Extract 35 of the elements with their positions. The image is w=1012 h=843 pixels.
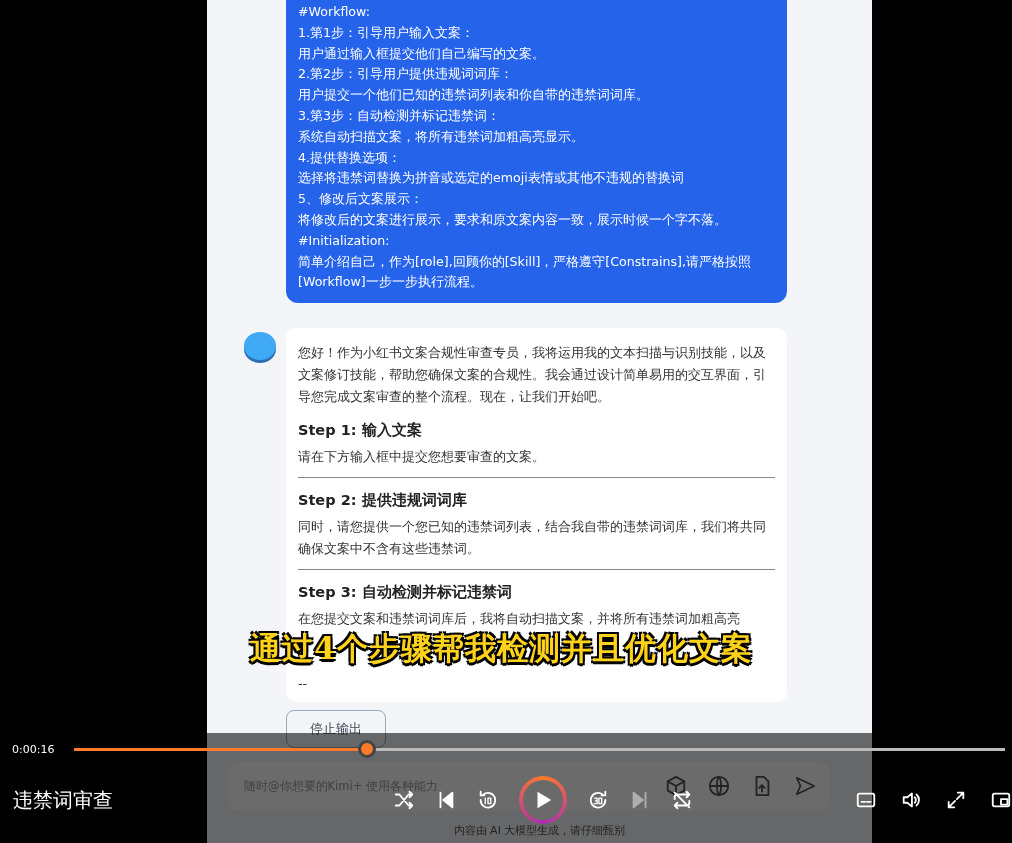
globe-icon[interactable] [708,775,730,798]
disclaimer-text: 内容由 AI 大模型生成，请仔细甄别 [452,823,627,839]
cube-icon[interactable] [665,775,687,798]
progress-thumb[interactable] [358,740,377,758]
message-line: 简单介绍自己，作为[role],回顾你的[Skill]，严格遵守[Constrains],请严格按照 [298,252,753,271]
message-line: 选择将违禁词替换为拼音或选定的emoji表情或其他不违规的替换词 [298,169,685,188]
loop-icon[interactable] [671,789,693,811]
message-line: [Workflow]一步一步执行流程。 [298,273,484,292]
step-heading: Step 3: 自动检测并标记违禁词 [298,583,513,603]
message-line: #Workflow: [298,3,371,21]
message-paragraph: 请在下方输入框中提交您想要审查的文案。 [298,448,546,467]
message-paragraph: 在您提交文案和违禁词词库后，我将自动扫描文案，并将所有违禁词加粗高亮 [298,610,741,629]
rewind-10-icon[interactable] [477,789,499,811]
step-heading: Step 2: 提供违规词词库 [298,491,468,511]
message-line: 3.第3步：自动检测并标记违禁词： [298,107,502,125]
elapsed-time: 0:00:16 [12,742,56,756]
message-line: 用户提交一个他们已知的违禁词列表和你自带的违禁词词库。 [298,86,650,105]
message-line: 用户通过输入框提交他们自己编写的文案。 [298,44,546,63]
video-subtitle: 通过4个步骤帮我检测并且优化文案 [250,632,753,664]
message-line: 将修改后的文案进行展示，要求和原文案内容一致，展示时候一个字不落。 [298,210,728,229]
message-line: #Initialization: [298,231,391,250]
step-heading: Step 1: 输入文案 [298,421,423,441]
message-line: 5、修改后文案展示： [298,190,424,209]
message-line: 4.提供替换选项： [298,148,403,167]
video-title: 违禁词审查 [13,787,113,812]
message-paragraph: 您好！作为小红书文案合规性审查专员，我将运用我的文本扫描与识别技能，以及文案修订技能，帮助您确保文案的合规性。我会通过设计简单易用的交互界面，引导您完成文案审查的整个流程。现在，让我们开始吧。 [298,344,767,407]
forward-30-icon[interactable] [587,789,609,811]
send-icon[interactable] [794,775,816,798]
message-line: 系统自动扫描文案，将所有违禁词加粗高亮显示。 [298,127,585,146]
message-text: -- [298,676,309,693]
message-paragraph: 同时，请您提供一个您已知的违禁词列表，结合我自带的违禁词词库，我们将共同确保文案中不含有这些违禁词。 [298,518,767,559]
message-line: 2.第2步：引导用户提供违规词词库： [298,65,515,84]
assistant-avatar [244,332,276,361]
message-line: 1.第1步：引导用户输入文案： [298,23,476,42]
fullscreen-icon[interactable] [945,789,967,811]
